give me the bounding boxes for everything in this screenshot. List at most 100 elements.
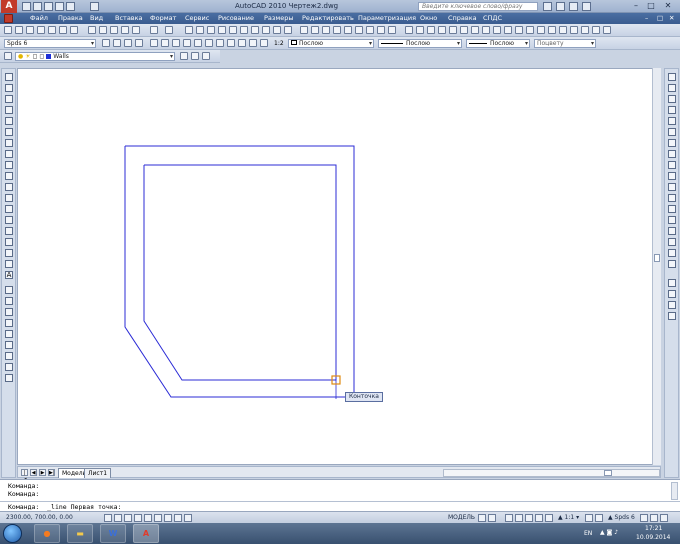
layer-unisolate-icon[interactable] xyxy=(205,39,213,47)
undo-toolbar-icon[interactable] xyxy=(150,26,158,34)
chamfer-icon[interactable] xyxy=(668,227,676,235)
qnew-icon[interactable] xyxy=(4,26,12,34)
firefox-icon[interactable]: ● xyxy=(34,524,60,543)
layer-states-icon[interactable] xyxy=(202,52,210,60)
spds-format-icon[interactable] xyxy=(504,26,512,34)
menu-modify[interactable]: Редактировать xyxy=(302,14,354,22)
doc-close-button[interactable]: ✕ xyxy=(669,14,674,22)
copy-icon[interactable] xyxy=(99,26,107,34)
extend-icon[interactable] xyxy=(668,183,676,191)
fillet-icon[interactable] xyxy=(668,238,676,246)
grid-mode-icon[interactable] xyxy=(114,514,122,522)
match-properties-icon[interactable] xyxy=(121,26,129,34)
text-style-combo[interactable]: Spds 6 xyxy=(4,39,96,48)
tool-palettes-icon[interactable] xyxy=(251,26,259,34)
minimize-button[interactable]: – xyxy=(630,1,642,11)
search-icon[interactable] xyxy=(543,2,552,11)
annotation-scale-label[interactable]: ▲ 1:1 ▾ xyxy=(558,514,579,521)
quick-view-layouts-icon[interactable] xyxy=(478,514,486,522)
menu-format[interactable]: Формат xyxy=(150,14,176,22)
draworder-above-icon[interactable] xyxy=(668,301,676,309)
circle-icon[interactable] xyxy=(5,139,13,147)
quickcalc-icon[interactable] xyxy=(284,26,292,34)
grid-tool-icon[interactable] xyxy=(5,286,13,294)
open-file-icon[interactable] xyxy=(33,2,42,11)
text-style-icon[interactable] xyxy=(102,39,110,47)
horizontal-scroll-thumb[interactable] xyxy=(604,470,612,476)
layer-previous-toolbar-icon[interactable] xyxy=(191,52,199,60)
multileader-style-icon[interactable] xyxy=(135,39,143,47)
communication-center-icon[interactable] xyxy=(556,2,565,11)
stretch-icon[interactable] xyxy=(668,161,676,169)
layer-delete-icon[interactable] xyxy=(238,39,246,47)
spds-view-icon[interactable] xyxy=(482,26,490,34)
help-icon[interactable] xyxy=(582,2,591,11)
layer-state-icon[interactable] xyxy=(161,39,169,47)
color-combo[interactable]: Послою xyxy=(288,39,374,48)
draworder-back-icon[interactable] xyxy=(668,290,676,298)
coordinates-readout[interactable]: 2300.00, 700.00, 0.00 xyxy=(6,514,73,521)
command-input[interactable]: Команда: _line Первая точка: xyxy=(8,503,122,511)
spds-roughness-icon[interactable] xyxy=(471,26,479,34)
autocad-logo-icon[interactable]: A xyxy=(1,0,17,13)
spline-icon[interactable] xyxy=(5,161,13,169)
start-button[interactable] xyxy=(3,524,22,543)
showmotion-icon[interactable] xyxy=(535,514,543,522)
lineweight-combo[interactable]: Послою xyxy=(466,39,530,48)
move-icon[interactable] xyxy=(668,128,676,136)
spds-axis-icon[interactable] xyxy=(438,26,446,34)
menu-tools[interactable]: Сервис xyxy=(185,14,209,22)
save-toolbar-icon[interactable] xyxy=(26,26,34,34)
auto-scale-icon[interactable] xyxy=(585,514,593,522)
explode-icon[interactable] xyxy=(668,260,676,268)
horizontal-scrollbar[interactable] xyxy=(443,469,660,477)
web-icon[interactable] xyxy=(5,308,13,316)
rotate-icon[interactable] xyxy=(668,139,676,147)
polar-tracking-icon[interactable] xyxy=(134,514,142,522)
language-indicator[interactable]: EN xyxy=(584,530,592,537)
dim-baseline-icon[interactable] xyxy=(377,26,385,34)
redo-icon[interactable] xyxy=(66,2,75,11)
annotation-visibility-icon[interactable] xyxy=(545,514,553,522)
spds-library-icon[interactable] xyxy=(5,352,13,360)
table-icon[interactable] xyxy=(5,260,13,268)
tab-sheet1[interactable]: Лист1 xyxy=(84,468,112,478)
spds-break-icon[interactable] xyxy=(526,26,534,34)
pan-status-icon[interactable] xyxy=(505,514,513,522)
snap-mode-icon[interactable] xyxy=(104,514,112,522)
dim-angular-icon[interactable] xyxy=(366,26,374,34)
drawing-area[interactable]: Конточка xyxy=(17,68,661,465)
spds-wall-icon[interactable] xyxy=(5,319,13,327)
vertical-scrollbar[interactable] xyxy=(652,68,661,465)
model-space-label[interactable]: МОДЕЛЬ xyxy=(448,514,475,521)
menu-dimension[interactable]: Размеры xyxy=(264,14,294,22)
dim-radius-icon[interactable] xyxy=(344,26,352,34)
multiline-text-icon[interactable]: A xyxy=(5,271,13,279)
join-icon[interactable] xyxy=(668,216,676,224)
3d-dwf-icon[interactable] xyxy=(70,26,78,34)
menu-parametric[interactable]: Параметризация xyxy=(358,14,416,22)
menu-view[interactable]: Вид xyxy=(90,14,103,22)
erase-icon[interactable] xyxy=(668,73,676,81)
zoom-previous-icon[interactable] xyxy=(218,26,226,34)
doc-restore-button[interactable]: □ xyxy=(657,14,663,22)
last-tab-button[interactable]: ▶| xyxy=(48,469,55,476)
outer-wall-outline[interactable] xyxy=(124,145,355,398)
zoom-window-icon[interactable] xyxy=(207,26,215,34)
break-at-point-icon[interactable] xyxy=(668,194,676,202)
design-center-icon[interactable] xyxy=(240,26,248,34)
quick-view-drawings-icon[interactable] xyxy=(488,514,496,522)
steeringwheel-icon[interactable] xyxy=(525,514,533,522)
spds-symbol-icon[interactable] xyxy=(559,26,567,34)
workspace-icon[interactable] xyxy=(595,514,603,522)
pan-icon[interactable] xyxy=(185,26,193,34)
scale-icon[interactable] xyxy=(668,150,676,158)
region-icon[interactable] xyxy=(5,249,13,257)
command-scrollbar[interactable] xyxy=(671,482,678,500)
doc-minimize-button[interactable]: – xyxy=(645,14,648,22)
spds-arrow-icon[interactable] xyxy=(537,26,545,34)
dim-linear-icon[interactable] xyxy=(300,26,308,34)
draworder-under-icon[interactable] xyxy=(668,312,676,320)
next-tab-button[interactable]: ▶ xyxy=(39,469,46,476)
spds-table-icon[interactable] xyxy=(493,26,501,34)
